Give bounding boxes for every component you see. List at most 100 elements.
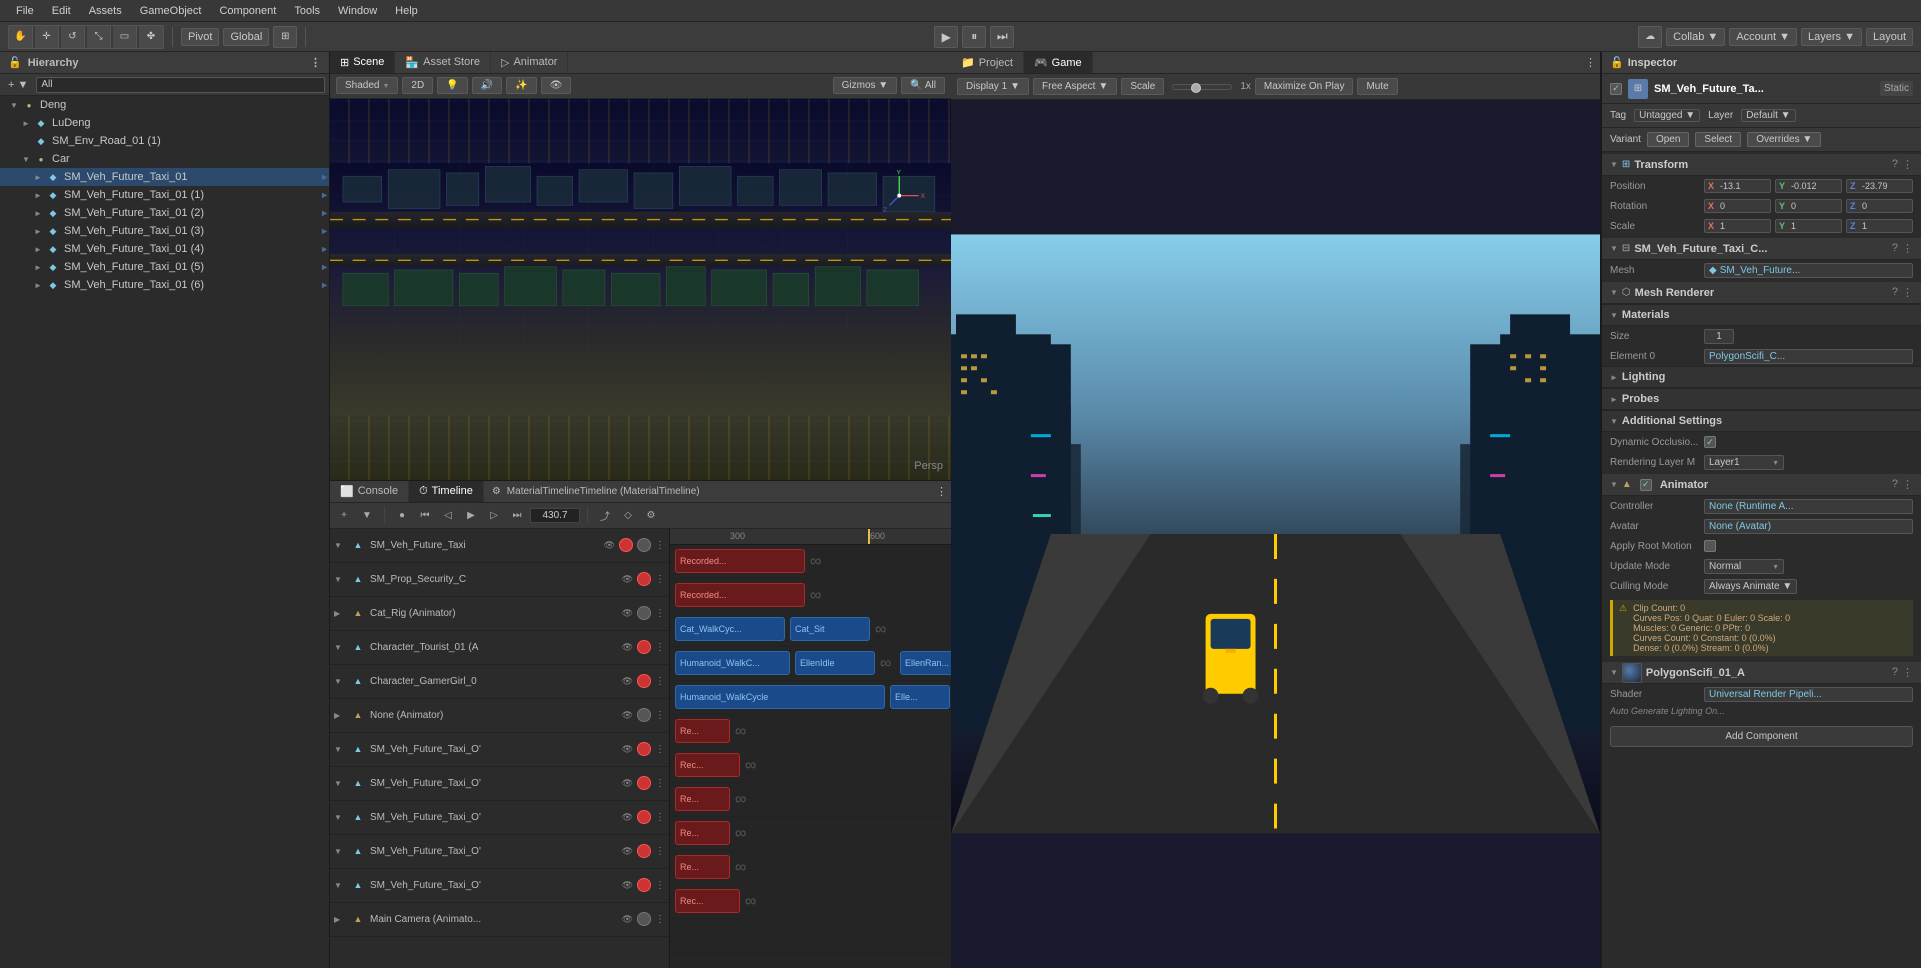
mute-btn[interactable]: Mute xyxy=(1357,78,1397,95)
track-row-6[interactable]: ▼ ▲ SM_Veh_Future_Taxi_O' 👁 ⋮ xyxy=(330,733,669,767)
clip-re-7[interactable]: Re... xyxy=(675,787,730,811)
hierarchy-item-deng[interactable]: ● Deng xyxy=(0,96,329,114)
track-menu-9[interactable]: ⋮ xyxy=(655,846,665,857)
track-menu-0[interactable]: ⋮ xyxy=(655,540,665,551)
clip-ellenran[interactable]: EllenRan... xyxy=(900,651,951,675)
clip-catsite[interactable]: Cat_Sit xyxy=(790,617,870,641)
animator-section-header[interactable]: ▲ Animator ? ⋮ xyxy=(1602,472,1921,496)
track-menu-8[interactable]: ⋮ xyxy=(655,812,665,823)
help-icon-renderer[interactable]: ? xyxy=(1892,286,1898,299)
hierarchy-menu-icon[interactable]: ⋮ xyxy=(310,56,321,69)
size-value[interactable]: 1 xyxy=(1704,329,1734,344)
open-btn[interactable]: Open xyxy=(1647,132,1689,147)
hierarchy-item-taxi2[interactable]: ◆ SM_Veh_Future_Taxi_01 (2) ► xyxy=(0,204,329,222)
track-menu-6[interactable]: ⋮ xyxy=(655,744,665,755)
settings-icon-animator[interactable]: ⋮ xyxy=(1902,478,1913,491)
scale-y-field[interactable]: Y 1 xyxy=(1775,219,1842,233)
record-btn-7[interactable] xyxy=(637,776,651,790)
layers-btn[interactable]: Layers ▼ xyxy=(1801,28,1862,46)
clip-re-5[interactable]: Re... xyxy=(675,719,730,743)
scale-slider-thumb[interactable] xyxy=(1191,83,1201,93)
hierarchy-item-taxi1[interactable]: ◆ SM_Veh_Future_Taxi_01 (1) ► xyxy=(0,186,329,204)
gizmos-btn[interactable]: Gizmos ▼ xyxy=(833,77,898,94)
mute-btn-0[interactable] xyxy=(637,538,651,552)
multi-tool-btn[interactable]: ✤ xyxy=(139,26,163,48)
track-menu-7[interactable]: ⋮ xyxy=(655,778,665,789)
light-toggle[interactable]: 💡 xyxy=(437,77,467,94)
tl-play-tl-btn[interactable]: ▶ xyxy=(461,506,481,524)
scale-control[interactable]: Scale xyxy=(1121,78,1164,95)
track-row-5[interactable]: ▶ ▲ None (Animator) 👁 ⋮ xyxy=(330,699,669,733)
transform-section-header[interactable]: ⊞ Transform ? ⋮ xyxy=(1602,152,1921,176)
track-row-10[interactable]: ▼ ▲ SM_Veh_Future_Taxi_O' 👁 ⋮ xyxy=(330,869,669,903)
console-tab[interactable]: ⬜ Console xyxy=(330,481,409,502)
mesh-value[interactable]: ◆ SM_Veh_Future... xyxy=(1704,263,1913,278)
maximize-btn[interactable]: Maximize On Play xyxy=(1255,78,1354,95)
tl-dropdown-btn[interactable]: ▼ xyxy=(357,506,377,524)
play-btn[interactable]: ▶ xyxy=(934,26,958,48)
hand-tool-btn[interactable]: ✋ xyxy=(9,26,33,48)
menu-help[interactable]: Help xyxy=(387,3,426,19)
lighting-section[interactable]: Lighting xyxy=(1602,366,1921,388)
track-row-11[interactable]: ▶ ▲ Main Camera (Animato... 👁 ⋮ xyxy=(330,903,669,937)
help-icon-transform[interactable]: ? xyxy=(1892,158,1898,171)
menu-file[interactable]: File xyxy=(8,3,42,19)
layer-value[interactable]: Default ▼ xyxy=(1741,109,1795,122)
game-tab[interactable]: 🎮 Game xyxy=(1024,52,1093,73)
controller-value[interactable]: None (Runtime A... xyxy=(1704,499,1913,514)
clip-ellenidle[interactable]: EllenIdle xyxy=(795,651,875,675)
effects-toggle[interactable]: ✨ xyxy=(506,77,536,94)
track-menu-1[interactable]: ⋮ xyxy=(655,574,665,585)
hierarchy-item-taxi3[interactable]: ◆ SM_Veh_Future_Taxi_01 (3) ► xyxy=(0,222,329,240)
shading-dropdown[interactable]: Shaded xyxy=(336,77,398,94)
overrides-btn[interactable]: Overrides ▼ xyxy=(1747,132,1821,147)
hierarchy-item-car[interactable]: ● Car xyxy=(0,150,329,168)
tl-prev-frame-btn[interactable]: ⏮ xyxy=(415,506,435,524)
obj-active-checkbox[interactable] xyxy=(1610,83,1622,95)
track-row-7[interactable]: ▼ ▲ SM_Veh_Future_Taxi_O' 👁 ⋮ xyxy=(330,767,669,801)
hierarchy-add-btn[interactable]: + ▼ xyxy=(4,78,32,92)
track-row-9[interactable]: ▼ ▲ SM_Veh_Future_Taxi_O' 👁 ⋮ xyxy=(330,835,669,869)
tl-next-frame-btn[interactable]: ⏭ xyxy=(507,506,527,524)
tag-value[interactable]: Untagged ▼ xyxy=(1634,109,1700,122)
scene-search-btn[interactable]: 🔍 All xyxy=(901,77,945,94)
snap-settings-btn[interactable]: ⊞ xyxy=(273,26,297,48)
layout-btn[interactable]: Layout xyxy=(1866,28,1913,46)
additional-settings-section[interactable]: Additional Settings xyxy=(1602,410,1921,432)
rotation-y-field[interactable]: Y 0 xyxy=(1775,199,1842,213)
materials-section[interactable]: Materials xyxy=(1602,304,1921,326)
static-dropdown[interactable]: Static xyxy=(1880,81,1913,96)
audio-toggle[interactable]: 🔊 xyxy=(472,77,502,94)
tl-keys-btn[interactable]: ◇ xyxy=(618,506,638,524)
menu-assets[interactable]: Assets xyxy=(81,3,130,19)
hierarchy-search[interactable] xyxy=(36,77,325,93)
clip-humanoid-walkcycle[interactable]: Humanoid_WalkCycle xyxy=(675,685,885,709)
element0-value[interactable]: PolygonScifi_C... xyxy=(1704,349,1913,364)
rotation-x-field[interactable]: X 0 xyxy=(1704,199,1771,213)
tl-curve-btn[interactable]: ⤴ xyxy=(595,506,615,524)
scale-z-field[interactable]: Z 1 xyxy=(1846,219,1913,233)
menu-window[interactable]: Window xyxy=(330,3,385,19)
help-icon-mesh[interactable]: ? xyxy=(1892,242,1898,255)
rect-tool-btn[interactable]: ▭ xyxy=(113,26,137,48)
culling-mode-value[interactable]: Always Animate ▼ xyxy=(1704,579,1797,594)
dynamic-occlusion-checkbox[interactable] xyxy=(1704,436,1716,448)
move-tool-btn[interactable]: ✛ xyxy=(35,26,59,48)
menu-tools[interactable]: Tools xyxy=(286,3,328,19)
display-dropdown[interactable]: Display 1 ▼ xyxy=(957,78,1029,95)
clip-recorded-1[interactable]: Recorded... xyxy=(675,583,805,607)
hierarchy-item-taxi0[interactable]: ◆ SM_Veh_Future_Taxi_01 ► xyxy=(0,168,329,186)
hierarchy-item-taxi4[interactable]: ◆ SM_Veh_Future_Taxi_01 (4) ► xyxy=(0,240,329,258)
probes-section[interactable]: Probes xyxy=(1602,388,1921,410)
update-mode-value[interactable]: Normal xyxy=(1704,559,1784,574)
mesh-filter-section-header[interactable]: ⊟ SM_Veh_Future_Taxi_C... ? ⋮ xyxy=(1602,236,1921,260)
settings-icon-renderer[interactable]: ⋮ xyxy=(1902,286,1913,299)
step-btn[interactable]: ⏭ xyxy=(990,26,1014,48)
record-btn-0[interactable] xyxy=(619,538,633,552)
project-tab[interactable]: 📁 Project xyxy=(951,52,1024,73)
hierarchy-item-road[interactable]: ◆ SM_Env_Road_01 (1) xyxy=(0,132,329,150)
animator-active-checkbox[interactable] xyxy=(1640,479,1652,491)
rotate-tool-btn[interactable]: ↺ xyxy=(61,26,85,48)
rotation-z-field[interactable]: Z 0 xyxy=(1846,199,1913,213)
position-x-field[interactable]: X -13.1 xyxy=(1704,179,1771,193)
